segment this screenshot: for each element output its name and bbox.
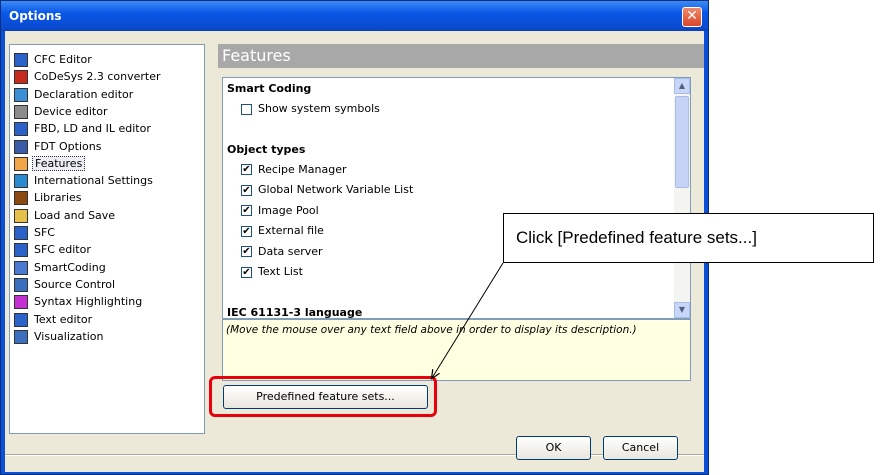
option-checkbox-global-network-variable-list[interactable]: ✔ Global Network Variable List bbox=[241, 183, 413, 197]
globe-icon bbox=[14, 174, 28, 189]
converter-icon bbox=[14, 70, 28, 85]
tree-item-international-settings[interactable]: International Settings bbox=[14, 173, 155, 189]
checkbox[interactable]: ✔ bbox=[241, 266, 252, 278]
description-box: (Move the mouse over any text field abov… bbox=[222, 319, 691, 381]
tree-item-label: FDT Options bbox=[34, 139, 102, 153]
tree-item-label: Source Control bbox=[34, 277, 116, 291]
tree-item-label: CoDeSys 2.3 converter bbox=[34, 70, 161, 84]
checkbox-label: Text List bbox=[258, 265, 303, 278]
callout-annotation: Click [Predefined feature sets...] bbox=[503, 213, 874, 263]
tree-item-label: Text editor bbox=[34, 312, 93, 326]
tree-item-cfc-editor[interactable]: CFC Editor bbox=[14, 52, 94, 68]
checkbox[interactable] bbox=[241, 103, 252, 115]
title-bar[interactable]: Options ✕ bbox=[1, 1, 708, 31]
scroll-down-button[interactable]: ▼ bbox=[674, 302, 690, 318]
tree-item-label: International Settings bbox=[34, 174, 153, 188]
libraries-icon bbox=[14, 191, 28, 206]
cfc-editor-icon bbox=[14, 53, 28, 67]
tree-item-text-editor[interactable]: Text editor bbox=[14, 312, 94, 328]
checkbox-label: Data server bbox=[258, 244, 323, 258]
section-heading: Smart Coding bbox=[227, 82, 312, 95]
smartcoding-icon bbox=[14, 260, 28, 275]
checkbox-label: Global Network Variable List bbox=[258, 183, 414, 196]
checkbox[interactable]: ✔ bbox=[241, 246, 252, 257]
tree-item-smartcoding[interactable]: SmartCoding bbox=[14, 260, 108, 276]
tree-item-features[interactable]: Features bbox=[14, 155, 86, 172]
checkbox-label: Recipe Manager bbox=[258, 162, 347, 176]
tree-item-sfc-editor[interactable]: SFC editor bbox=[14, 242, 93, 258]
tree-item-fdt-options[interactable]: FDT Options bbox=[14, 139, 103, 155]
options-scrollbar[interactable]: ▲ ▼ bbox=[674, 78, 690, 318]
syntax-highlighting-icon bbox=[14, 295, 28, 310]
option-checkbox-recipe-manager[interactable]: ✔ Recipe Manager bbox=[241, 163, 346, 177]
option-checkbox-image-pool[interactable]: ✔ Image Pool bbox=[241, 204, 319, 218]
checkbox[interactable]: ✔ bbox=[241, 205, 252, 216]
section-heading: IEC 61131-3 language bbox=[227, 305, 363, 319]
fbd-ld-il-editor-icon bbox=[14, 122, 28, 137]
sfc-icon bbox=[14, 226, 28, 240]
ok-button[interactable]: OK bbox=[516, 436, 591, 460]
tree-item-label: Visualization bbox=[34, 329, 104, 343]
declaration-editor-icon bbox=[14, 87, 28, 102]
option-checkbox-show-system-symbols[interactable]: Show system symbols bbox=[241, 102, 380, 116]
tree-item-label: FBD, LD and IL editor bbox=[34, 122, 151, 136]
tree-item-codesys-2-3-converter[interactable]: CoDeSys 2.3 converter bbox=[14, 69, 163, 85]
tree-item-label: Device editor bbox=[34, 104, 108, 118]
option-checkbox-text-list[interactable]: ✔ Text List bbox=[241, 265, 303, 279]
tree-item-label: CFC Editor bbox=[34, 53, 92, 66]
feature-options-list: ▲ ▼ Smart Coding Show system symbols Objec… bbox=[222, 77, 691, 319]
tree-item-label: Load and Save bbox=[34, 208, 116, 222]
tree-item-device-editor[interactable]: Device editor bbox=[14, 104, 110, 120]
cancel-button[interactable]: Cancel bbox=[603, 436, 678, 460]
highlight-box bbox=[209, 376, 437, 417]
source-control-icon bbox=[14, 277, 28, 292]
text-editor-icon bbox=[14, 312, 28, 327]
checkbox-label: Show system symbols bbox=[258, 102, 380, 115]
features-icon bbox=[14, 156, 28, 171]
checkbox[interactable]: ✔ bbox=[241, 164, 252, 175]
tree-item-fbd-ld-and-il-editor[interactable]: FBD, LD and IL editor bbox=[14, 121, 153, 137]
device-editor-icon bbox=[14, 104, 28, 119]
option-checkbox-data-server[interactable]: ✔ Data server bbox=[241, 245, 323, 259]
tree-item-source-control[interactable]: Source Control bbox=[14, 277, 117, 293]
tree-item-label: Features bbox=[32, 155, 86, 171]
options-category-tree: CFC Editor CoDeSys 2.3 converter Declarati… bbox=[9, 44, 205, 434]
tree-item-label: SFC bbox=[34, 226, 55, 239]
tree-item-sfc[interactable]: SFC bbox=[14, 225, 57, 241]
window-title: Options bbox=[9, 9, 62, 23]
checkbox[interactable]: ✔ bbox=[241, 225, 252, 237]
scroll-thumb[interactable] bbox=[675, 96, 689, 188]
tree-item-syntax-highlighting[interactable]: Syntax Highlighting bbox=[14, 294, 144, 310]
tree-item-label: SmartCoding bbox=[34, 260, 106, 274]
option-checkbox-external-file[interactable]: ✔ External file bbox=[241, 224, 324, 238]
tree-item-declaration-editor[interactable]: Declaration editor bbox=[14, 87, 135, 103]
separator bbox=[5, 454, 704, 456]
section-heading: Object types bbox=[227, 142, 306, 156]
sfc-editor-icon bbox=[14, 243, 28, 258]
close-button[interactable]: ✕ bbox=[682, 7, 702, 27]
tree-item-label: Libraries bbox=[34, 191, 82, 205]
folder-icon bbox=[14, 208, 28, 223]
tree-item-label: Syntax Highlighting bbox=[34, 295, 143, 309]
visualization-icon bbox=[14, 329, 28, 344]
fdt-options-icon bbox=[14, 139, 28, 154]
tree-item-libraries[interactable]: Libraries bbox=[14, 190, 84, 206]
tree-item-load-and-save[interactable]: Load and Save bbox=[14, 208, 117, 224]
checkbox-label: External file bbox=[258, 224, 324, 237]
tree-item-label: SFC editor bbox=[34, 243, 91, 257]
checkbox-label: Image Pool bbox=[258, 203, 319, 217]
scroll-up-button[interactable]: ▲ bbox=[674, 78, 690, 94]
tree-item-visualization[interactable]: Visualization bbox=[14, 329, 105, 345]
checkbox[interactable]: ✔ bbox=[241, 184, 252, 196]
pane-title: Features bbox=[218, 44, 704, 68]
tree-item-label: Declaration editor bbox=[34, 87, 134, 101]
